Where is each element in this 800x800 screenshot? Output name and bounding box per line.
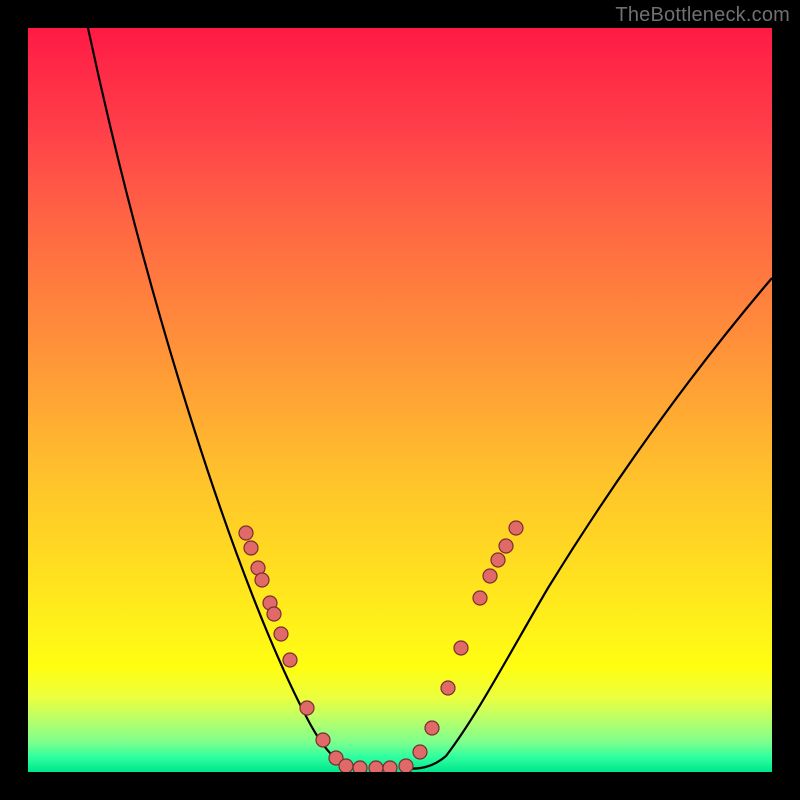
data-dot	[267, 607, 281, 621]
data-dot	[399, 759, 413, 772]
data-dot	[483, 569, 497, 583]
data-dot	[239, 526, 253, 540]
dots-left-group	[239, 526, 367, 772]
curve-overlay	[28, 28, 772, 772]
data-dot	[369, 761, 383, 772]
data-dot	[454, 641, 468, 655]
data-dot	[283, 653, 297, 667]
data-dot	[473, 591, 487, 605]
data-dot	[491, 553, 505, 567]
watermark-text: TheBottleneck.com	[615, 4, 790, 27]
data-dot	[339, 759, 353, 772]
data-dot	[316, 733, 330, 747]
data-dot	[255, 573, 269, 587]
data-dot	[441, 681, 455, 695]
right-curve	[400, 278, 772, 769]
chart-frame	[28, 28, 772, 772]
data-dot	[499, 539, 513, 553]
data-dot	[383, 761, 397, 772]
data-dot	[353, 761, 367, 772]
dots-right-group	[369, 521, 523, 772]
data-dot	[509, 521, 523, 535]
data-dot	[274, 627, 288, 641]
left-curve	[88, 28, 358, 768]
data-dot	[413, 745, 427, 759]
data-dot	[300, 701, 314, 715]
data-dot	[425, 721, 439, 735]
data-dot	[244, 541, 258, 555]
